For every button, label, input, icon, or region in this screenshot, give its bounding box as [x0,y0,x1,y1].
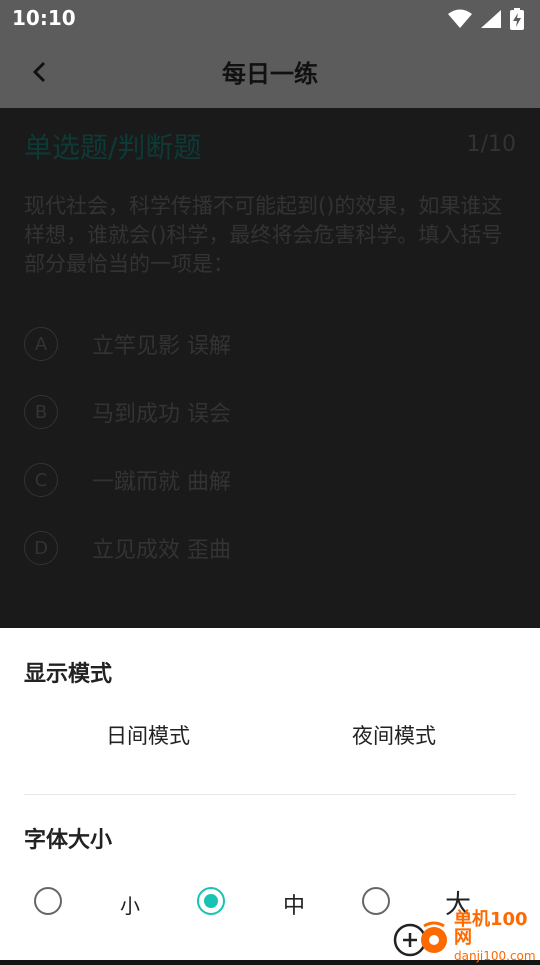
app-bar: 每日一练 [0,36,540,108]
watermark-logo-icon [390,918,450,958]
wifi-icon [448,9,472,28]
option-letter: C [24,463,58,497]
signal-icon [481,10,501,28]
status-time: 10:10 [12,6,76,30]
question-type: 单选题/判断题 [24,131,202,164]
option-d[interactable]: D 立见成效 歪曲 [24,514,514,582]
battery-charging-icon [510,8,524,30]
night-mode-button[interactable]: 夜间模式 [304,720,484,750]
status-icons [448,8,524,30]
option-letter: A [24,327,58,361]
option-text: 马到成功 误会 [92,402,231,427]
option-text: 立竿见影 误解 [92,334,231,359]
options-list: A 立竿见影 误解 B 马到成功 误会 C 一蹴而就 曲解 D 立见成效 歪曲 [24,310,514,582]
font-size-medium-radio[interactable] [197,887,225,915]
status-bar: 10:10 [0,0,540,36]
question-area: 单选题/判断题 1/10 现代社会，科学传播不可能起到()的效果，如果谁这样想，… [0,108,540,628]
page-title: 每日一练 [222,60,318,88]
font-size-small-label[interactable]: 小 [120,890,140,919]
display-mode-title: 显示模式 [24,662,113,687]
option-letter: D [24,531,58,565]
option-c[interactable]: C 一蹴而就 曲解 [24,446,514,514]
day-mode-button[interactable]: 日间模式 [58,720,238,750]
watermark-domain: danji100.com [454,949,536,963]
question-progress: 1/10 [466,132,516,157]
font-size-large-radio[interactable] [362,887,390,915]
question-text: 现代社会，科学传播不可能起到()的效果，如果谁这样想，谁就会()科学，最终将会危… [24,194,503,276]
font-size-title: 字体大小 [24,828,113,853]
option-a[interactable]: A 立竿见影 误解 [24,310,514,378]
option-b[interactable]: B 马到成功 误会 [24,378,514,446]
watermark-brand: 单机100网 [454,909,528,948]
font-size-medium-label[interactable]: 中 [283,888,305,920]
watermark-text: 单机100网 danji100.com [454,911,540,965]
option-text: 立见成效 歪曲 [92,538,231,563]
divider [24,794,516,795]
watermark: 单机100网 danji100.com [390,911,540,963]
option-letter: B [24,395,58,429]
option-text: 一蹴而就 曲解 [92,470,231,495]
font-size-small-radio[interactable] [34,887,62,915]
